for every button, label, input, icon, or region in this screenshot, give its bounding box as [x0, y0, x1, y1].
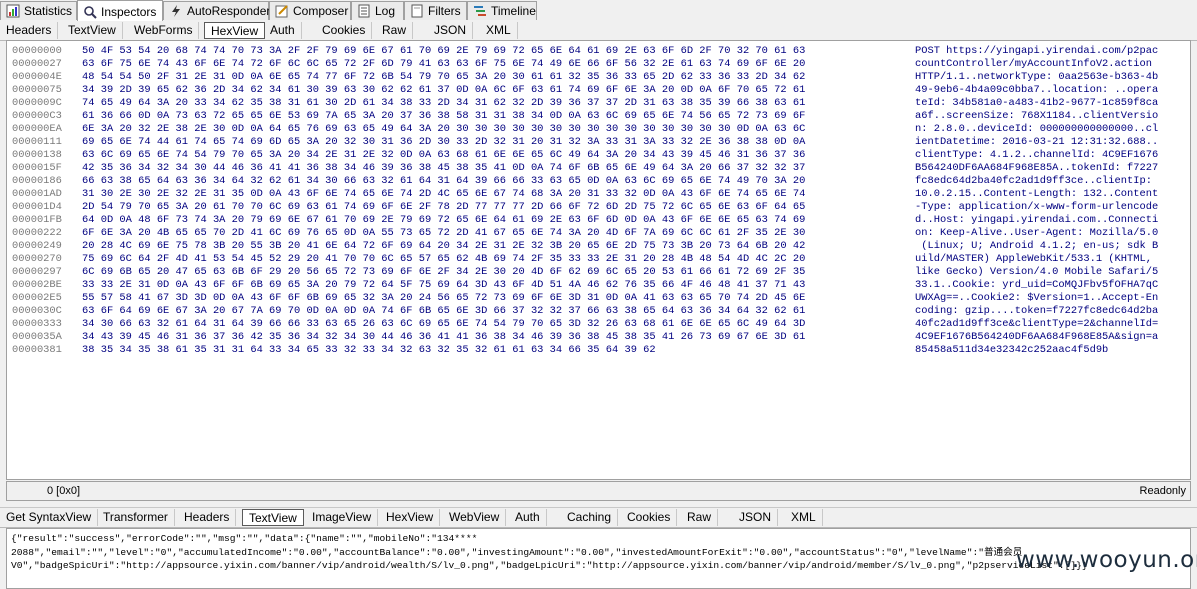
tab-label: Filters — [428, 4, 461, 18]
hex-view-panel[interactable]: 00000000 00000027 0000004E 00000075 0000… — [6, 40, 1191, 480]
cursor-position: 0 [0x0] — [47, 485, 81, 497]
tab-label: AutoResponder — [187, 4, 271, 18]
resp-tab-caching[interactable]: Caching — [561, 509, 619, 526]
tab-label: Log — [375, 4, 396, 18]
resp-tab-raw[interactable]: Raw — [681, 509, 719, 526]
response-body-text[interactable]: {"result":"success","errorCode":"","msg"… — [11, 532, 1088, 573]
req-tab-xml[interactable]: XML — [480, 22, 518, 39]
composer-icon — [275, 4, 289, 18]
req-tab-auth[interactable]: Auth — [264, 22, 302, 39]
resp-tab-textview[interactable]: TextView — [242, 509, 304, 526]
tab-composer[interactable]: Composer — [269, 1, 351, 20]
resp-tab-transformer[interactable]: Transformer — [97, 509, 175, 526]
tab-inspectors[interactable]: Inspectors — [77, 0, 163, 22]
tab-label: Composer — [293, 4, 349, 18]
hex-ascii-column[interactable]: POST https://yingapi.yirendai.com/p2pac … — [915, 45, 1158, 357]
main-tab-strip: Statistics Inspectors AutoResponder Comp… — [0, 0, 1197, 22]
resp-tab-get-syntaxview[interactable]: Get SyntaxView — [0, 509, 99, 526]
hex-bytes-column[interactable]: 50 4F 53 54 20 68 74 74 70 73 3A 2F 2F 7… — [82, 45, 805, 357]
resp-tab-auth[interactable]: Auth — [509, 509, 547, 526]
request-inspector-tabs: Headers TextView WebForms HexView Auth C… — [0, 21, 1197, 41]
filters-icon — [410, 4, 424, 18]
resp-tab-hexview[interactable]: HexView — [380, 509, 441, 526]
lightning-icon — [169, 4, 183, 18]
resp-tab-headers[interactable]: Headers — [178, 509, 237, 526]
tab-autoresponder[interactable]: AutoResponder — [163, 1, 271, 20]
resp-tab-xml[interactable]: XML — [785, 509, 823, 526]
tab-label: Statistics — [24, 4, 73, 18]
inspectors-icon — [83, 5, 97, 19]
log-icon — [357, 4, 371, 18]
resp-tab-cookies[interactable]: Cookies — [621, 509, 678, 526]
tab-label: Timeline — [491, 4, 536, 18]
req-tab-cookies[interactable]: Cookies — [316, 22, 373, 39]
req-tab-raw[interactable]: Raw — [376, 22, 414, 39]
resp-tab-json[interactable]: JSON — [733, 509, 779, 526]
hex-status-bar: 0 [0x0] Readonly — [6, 481, 1191, 501]
hex-offsets-column: 00000000 00000027 0000004E 00000075 0000… — [12, 45, 62, 356]
resp-tab-imageview[interactable]: ImageView — [306, 509, 379, 526]
timeline-icon — [473, 4, 487, 18]
response-textview[interactable]: {"result":"success","errorCode":"","msg"… — [6, 528, 1191, 589]
req-tab-hexview[interactable]: HexView — [204, 22, 266, 39]
req-tab-headers[interactable]: Headers — [0, 22, 59, 39]
tab-filters[interactable]: Filters — [404, 1, 467, 20]
req-tab-textview[interactable]: TextView — [62, 22, 123, 39]
tab-log[interactable]: Log — [351, 1, 404, 20]
tab-label: Inspectors — [101, 4, 157, 19]
tab-timeline[interactable]: Timeline — [467, 1, 537, 20]
resp-tab-webview[interactable]: WebView — [443, 509, 507, 526]
req-tab-json[interactable]: JSON — [428, 22, 474, 39]
statistics-icon — [6, 4, 20, 18]
readonly-indicator: Readonly — [1139, 485, 1186, 497]
wooyun-watermark: www.wooyun.org — [1016, 547, 1197, 573]
req-tab-webforms[interactable]: WebForms — [128, 22, 200, 39]
tab-statistics[interactable]: Statistics — [0, 1, 77, 20]
response-inspector-tabs: Get SyntaxView Transformer Headers TextV… — [0, 507, 1197, 528]
